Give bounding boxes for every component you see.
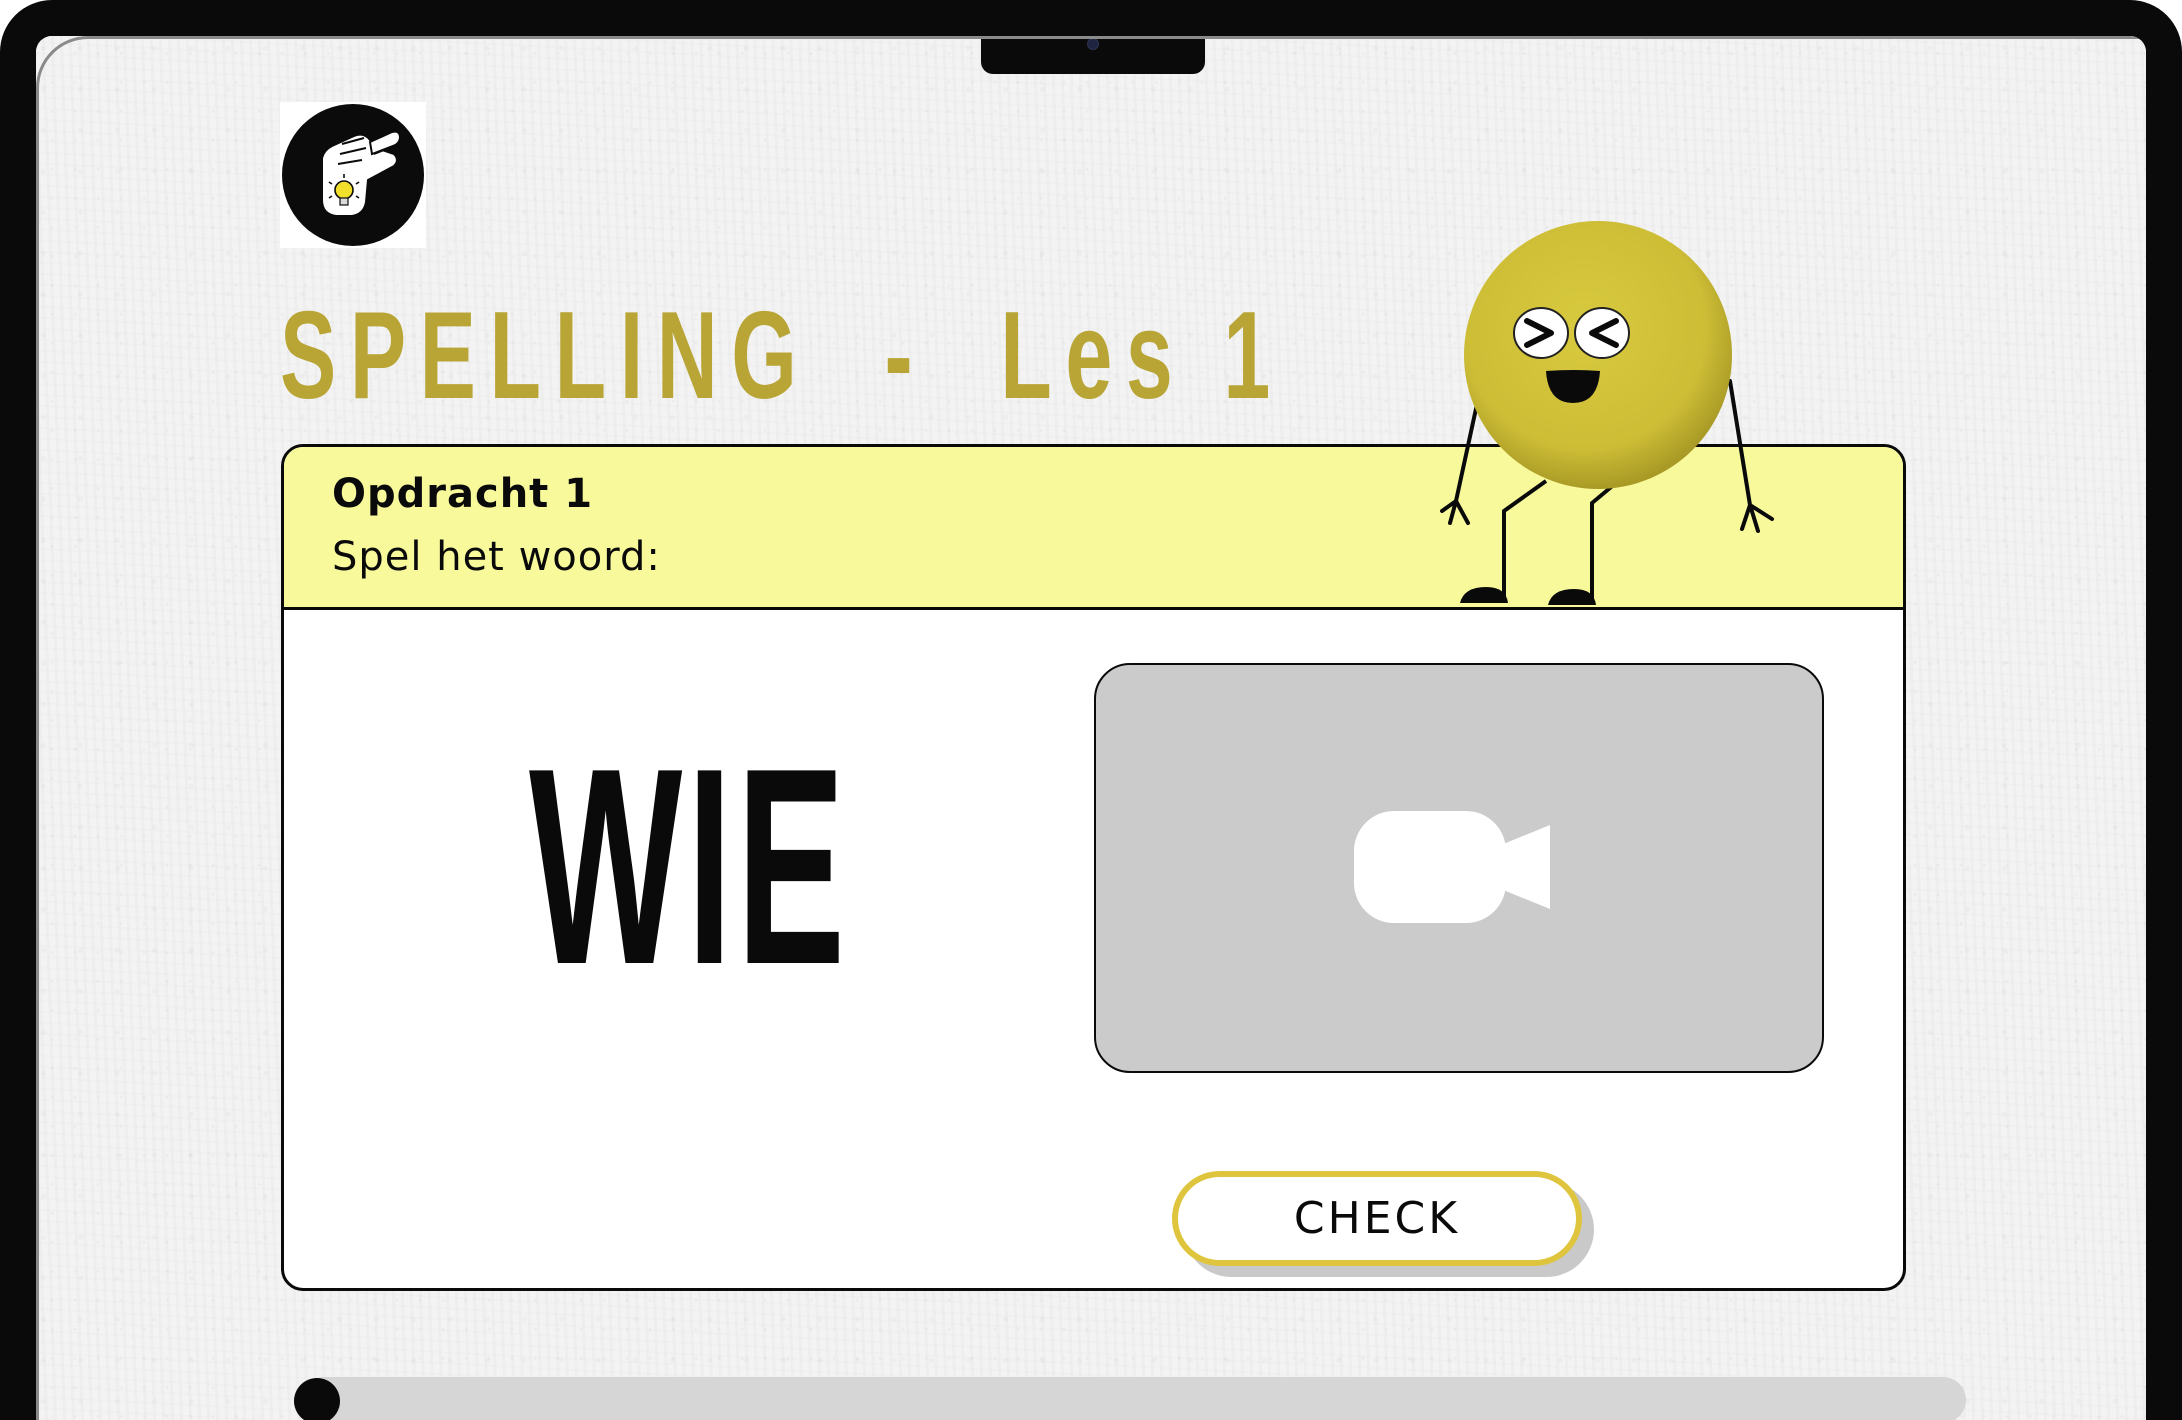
logo	[280, 102, 426, 248]
laptop-frame: SPELLING - Les 1 Opdracht 1 Spel het woo…	[0, 0, 2182, 1420]
laughing-yellow-ball-mascot	[1440, 221, 1774, 605]
webcam-icon	[1087, 38, 1099, 50]
camera-notch	[981, 36, 1205, 74]
exercise-instruction: Spel het woord:	[332, 534, 661, 580]
lesson-progress-bar	[301, 1377, 1966, 1420]
check-button[interactable]: CHECK	[1172, 1171, 1582, 1266]
progress-knob[interactable]	[294, 1378, 340, 1420]
video-camera-icon	[1354, 811, 1550, 923]
page-title: SPELLING - Les 1	[280, 287, 1284, 425]
app-screen: SPELLING - Les 1 Opdracht 1 Spel het woo…	[36, 36, 2146, 1420]
logo-circle	[282, 104, 424, 246]
exercise-title: Opdracht 1	[332, 471, 594, 517]
video-placeholder[interactable]	[1094, 663, 1824, 1073]
pointing-hand-lightbulb-icon	[321, 130, 402, 217]
spelling-word: WIE	[529, 711, 850, 1023]
